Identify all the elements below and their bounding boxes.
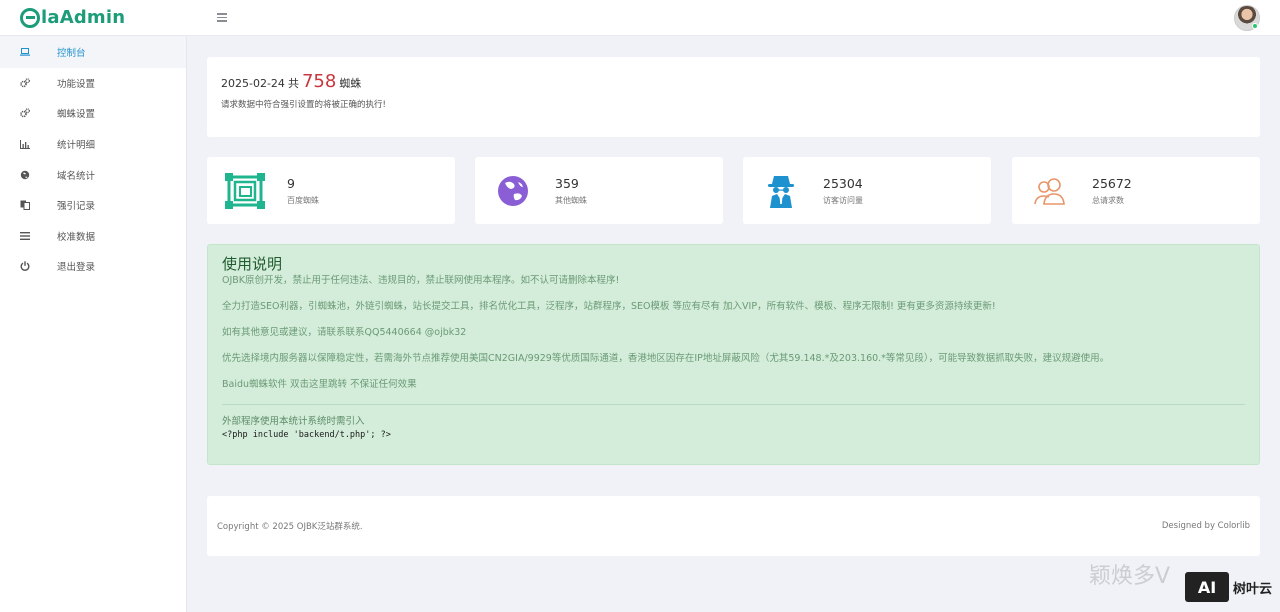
globe-icon <box>493 171 533 211</box>
watermark-text: 颖焕多V <box>1088 564 1170 589</box>
bar-chart-icon <box>20 139 30 149</box>
users-icon <box>1030 171 1070 211</box>
sidebar-item-label: 功能设置 <box>57 78 96 90</box>
stat-label: 其他蜘蛛 <box>555 195 587 205</box>
top-header: laAdmin <box>0 0 1280 36</box>
divider <box>222 404 1245 405</box>
baidu-spider-link[interactable]: Baidu蜘蛛软件 双击这里跳转 不保证任何效果 <box>222 378 1245 392</box>
cogs-icon <box>20 108 30 118</box>
avatar[interactable] <box>1234 5 1260 31</box>
stat-label: 访客访问量 <box>823 195 863 205</box>
notice-title: 使用说明 <box>222 255 283 273</box>
sidebar-item-calibrate-data[interactable]: 校准数据 <box>0 221 186 252</box>
sidebar: 控制台 功能设置 蜘蛛设置 统计明细 域名统计 强引记录 校准数据 退出登录 <box>0 37 187 612</box>
notice-paragraph: OJBK原创开发，禁止用于任何违法、违规目的，禁止联网使用本程序。如不认可请删除… <box>222 275 620 286</box>
sidebar-item-spider-settings[interactable]: 蜘蛛设置 <box>0 98 186 129</box>
stat-card-visitors: 25304 访客访问量 <box>743 157 991 224</box>
stat-value: 25304 <box>823 175 863 191</box>
sidebar-item-label: 校准数据 <box>57 231 96 243</box>
include-code-snippet: <?php include 'backend/t.php'; ?> <box>222 430 391 440</box>
sidebar-item-label: 域名统计 <box>57 170 96 182</box>
brand-badge-text: 树叶云 <box>1232 581 1272 597</box>
stat-card-baidu-spider: 9 百度蜘蛛 <box>207 157 455 224</box>
frame-icon <box>225 171 265 211</box>
notice-paragraph: 全力打造SEO利器，引蜘蛛池，外链引蜘蛛，站长提交工具，排名优化工具，泛程序，站… <box>222 301 996 312</box>
list-icon <box>20 231 30 241</box>
summary-note: 请求数据中符合强引设置的将被正确的执行! <box>221 100 386 110</box>
sidebar-item-logout[interactable]: 退出登录 <box>0 251 186 282</box>
cogs-icon <box>20 78 30 88</box>
footer-designed-by[interactable]: Designed by Colorlib <box>1162 521 1250 531</box>
spy-icon <box>761 171 801 211</box>
logo-text: laAdmin <box>41 7 126 28</box>
sidebar-item-statistics-detail[interactable]: 统计明细 <box>0 129 186 160</box>
stat-label: 百度蜘蛛 <box>287 195 319 205</box>
stat-value: 359 <box>555 175 579 191</box>
laptop-icon <box>20 47 30 57</box>
sidebar-item-label: 退出登录 <box>57 262 96 274</box>
sidebar-item-redirect-records[interactable]: 强引记录 <box>0 190 186 221</box>
summary-headline: 2025-02-24 共 758 蜘蛛 <box>221 71 1246 92</box>
stat-value: 9 <box>287 175 295 191</box>
globe-icon <box>20 170 30 180</box>
notice-contact: 如有其他意见或建议，请联系联系QQ5440664 @ojbk32 <box>222 327 467 338</box>
summary-unit: 蜘蛛 <box>339 77 362 90</box>
sidebar-item-label: 蜘蛛设置 <box>57 109 96 121</box>
online-status-dot <box>1252 23 1258 29</box>
sidebar-item-label: 强引记录 <box>57 201 96 213</box>
sidebar-item-label: 统计明细 <box>57 140 96 152</box>
copy-icon <box>20 200 30 211</box>
notice-paragraph: 优先选择境内服务器以保障稳定性，若需海外节点推荐使用美国CN2GIA/9929等… <box>222 353 1110 364</box>
sidebar-item-domain-statistics[interactable]: 域名统计 <box>0 159 186 190</box>
logo[interactable]: laAdmin <box>0 0 187 36</box>
usage-instructions-panel: 使用说明 OJBK原创开发，禁止用于任何违法、违规目的，禁止联网使用本程序。如不… <box>207 244 1260 465</box>
sidebar-item-dashboard[interactable]: 控制台 <box>0 37 186 68</box>
power-icon <box>20 261 30 272</box>
notice-include-label: 外部程序使用本统计系统时需引入 <box>222 416 365 427</box>
summary-date: 2025-02-24 <box>221 77 285 90</box>
ai-badge-icon: AI <box>1184 572 1229 602</box>
hamburger-icon[interactable] <box>217 13 227 22</box>
footer-copyright: Copyright © 2025 OJBK泛站群系统. <box>217 522 363 532</box>
footer: Copyright © 2025 OJBK泛站群系统. Designed by … <box>207 496 1260 556</box>
logo-e-icon <box>20 7 40 28</box>
brand-badge: AI 树叶云 <box>1184 572 1272 602</box>
stat-card-total-requests: 25672 总请求数 <box>1012 157 1260 224</box>
summary-gong: 共 <box>287 77 299 90</box>
summary-panel: 2025-02-24 共 758 蜘蛛 请求数据中符合强引设置的将被正确的执行! <box>207 57 1260 137</box>
sidebar-item-label: 控制台 <box>57 48 86 60</box>
stat-label: 总请求数 <box>1092 195 1124 205</box>
stat-card-other-spider: 359 其他蜘蛛 <box>475 157 723 224</box>
sidebar-item-function-settings[interactable]: 功能设置 <box>0 68 186 99</box>
stat-value: 25672 <box>1092 175 1132 191</box>
summary-count: 758 <box>301 71 337 92</box>
